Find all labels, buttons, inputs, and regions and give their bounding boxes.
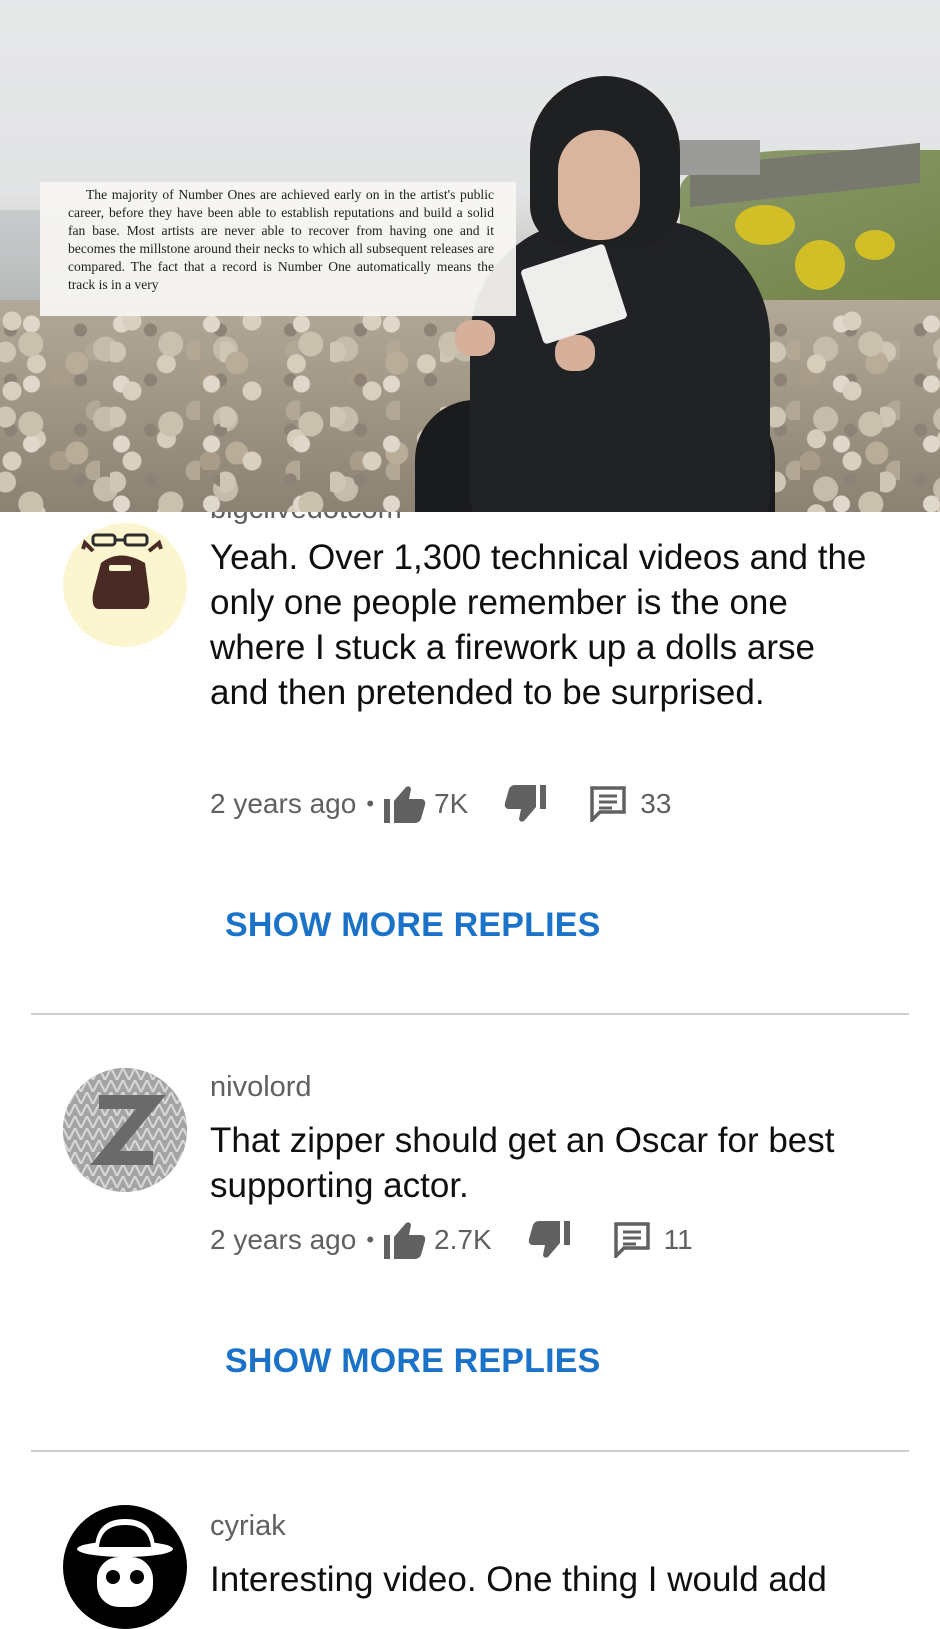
comment-icon[interactable] [613,1222,650,1258]
thumbs-up-icon[interactable] [384,785,426,823]
thumbs-down-icon[interactable] [528,1221,570,1259]
comment-time: 2 years ago [210,788,357,819]
comment-author[interactable]: cyriak [210,1510,286,1543]
gorse-flowers [855,230,895,260]
comment-meta: 2 years ago • 2.7K 11 [210,1220,693,1260]
thumbs-up-icon[interactable] [384,1221,426,1259]
comment-text: Interesting video. One thing I would add [210,1560,827,1599]
separator-dot: • [366,791,375,816]
reply-count: 33 [640,788,672,819]
show-more-replies-button[interactable]: SHOW MORE REPLIES [225,1342,601,1381]
presenter-face [558,130,640,240]
gorse-flowers [795,240,845,290]
video-player[interactable]: The majority of Number Ones are achieved… [0,0,940,512]
comment-icon[interactable] [590,786,627,822]
like-count: 2.7K [434,1224,492,1255]
comment-meta: 2 years ago • 7K 33 [210,784,671,824]
bowler-hat-skull-avatar-icon[interactable] [63,1505,187,1629]
like-count: 7K [434,788,469,819]
book-excerpt-text: The majority of Number Ones are achieved… [68,187,494,292]
comment-divider [31,1450,909,1452]
presenter-hand-left [455,320,495,356]
reply-count: 11 [663,1224,693,1255]
comment-time: 2 years ago [210,1224,357,1255]
thumbs-down-icon[interactable] [504,785,547,823]
show-more-replies-button[interactable]: SHOW MORE REPLIES [225,906,601,945]
comment-author[interactable]: nivolord [210,1071,312,1104]
comment-text: Yeah. Over 1,300 technical videos and th… [210,538,867,712]
bearded-man-avatar-icon[interactable] [63,523,187,647]
comment-divider [31,1013,909,1015]
book-excerpt-overlay: The majority of Number Ones are achieved… [40,182,516,316]
presenter-hand-right [555,335,595,371]
separator-dot: • [366,1227,375,1252]
knit-pattern-avatar-icon[interactable] [63,1068,187,1192]
comment-text: That zipper should get an Oscar for best… [210,1121,835,1205]
